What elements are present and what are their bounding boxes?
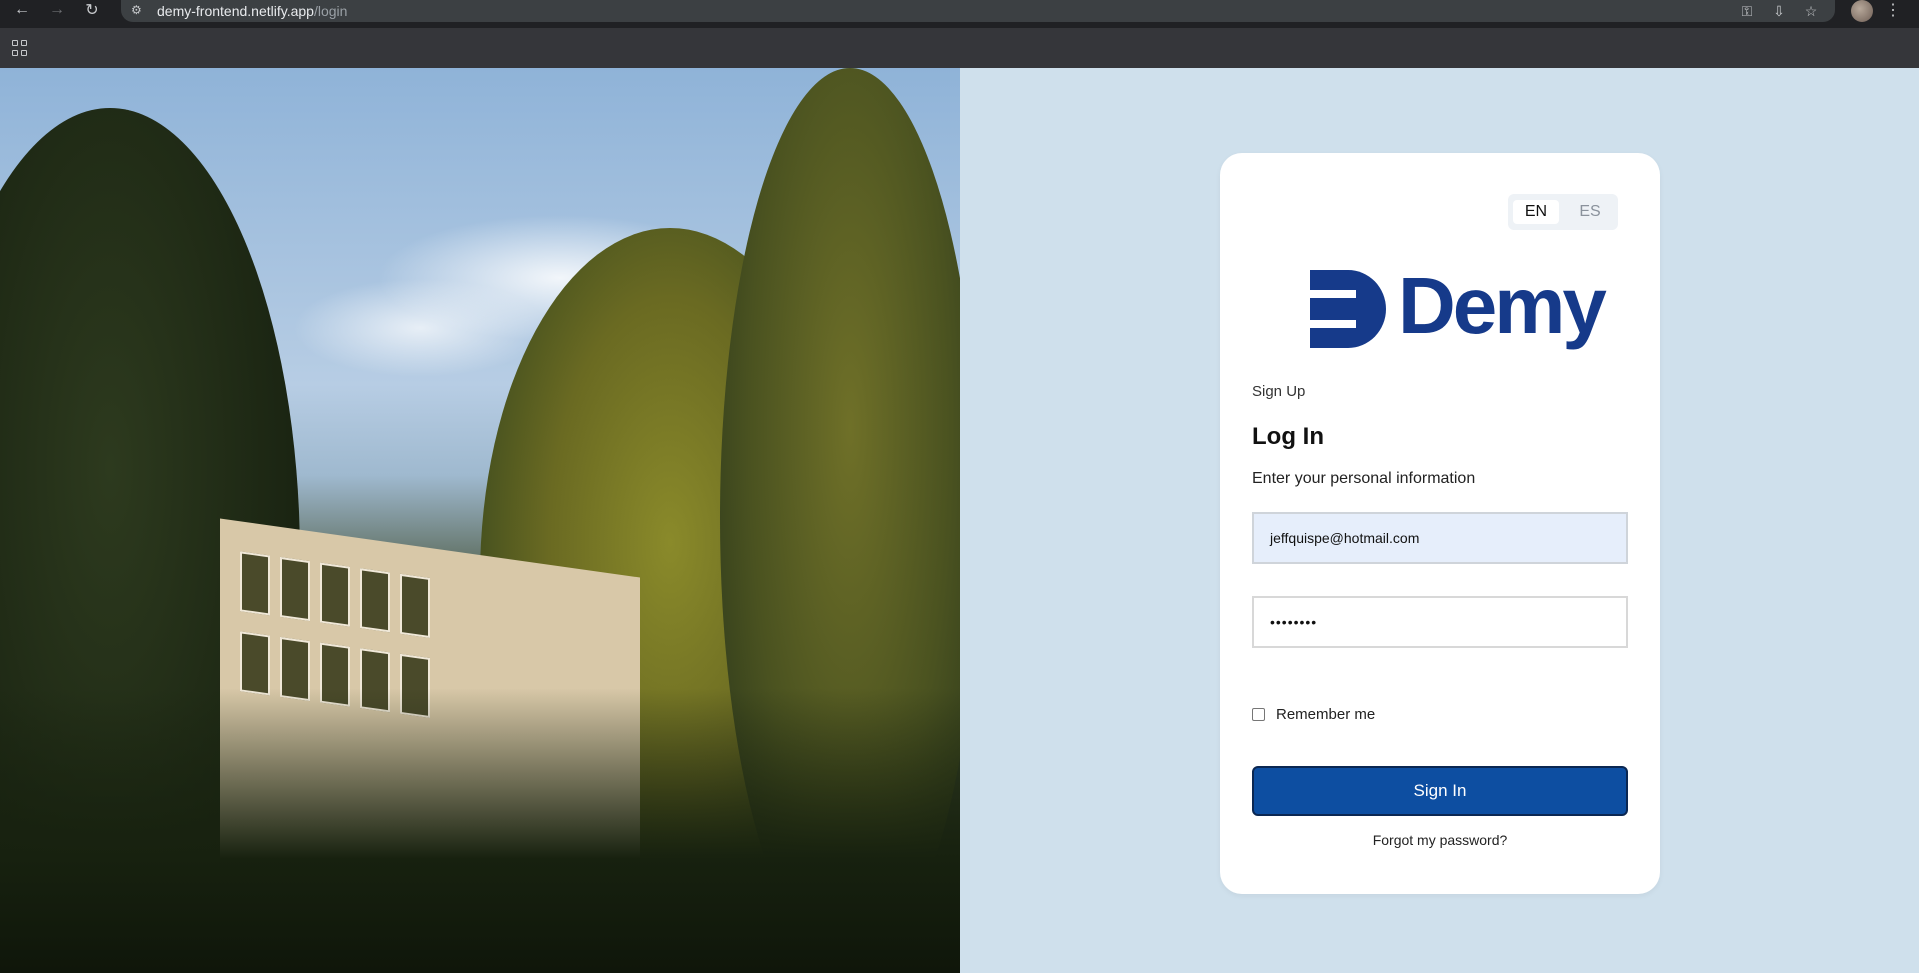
- language-option-en[interactable]: EN: [1513, 200, 1559, 224]
- site-settings-icon[interactable]: ⚙: [131, 3, 147, 19]
- login-card: EN ES Demy Sign Up Log In Enter your per…: [1220, 153, 1660, 894]
- url-text[interactable]: demy-frontend.netlify.app/login: [157, 3, 347, 19]
- remember-me-label[interactable]: Remember me: [1276, 706, 1375, 723]
- remember-me-checkbox[interactable]: [1252, 708, 1265, 721]
- more-menu-icon[interactable]: ⋮: [1883, 0, 1903, 20]
- forward-icon[interactable]: →: [43, 0, 71, 20]
- password-field[interactable]: ••••••••: [1252, 596, 1628, 648]
- key-icon[interactable]: ⚿: [1737, 1, 1757, 21]
- foliage-foreground: [0, 688, 960, 973]
- demy-logo-mark-icon: [1310, 270, 1386, 348]
- remember-me[interactable]: Remember me: [1252, 706, 1375, 723]
- page-subtitle: Enter your personal information: [1252, 470, 1476, 487]
- apps-grid-icon[interactable]: [12, 40, 28, 56]
- background-photo: [0, 68, 960, 973]
- bookmark-star-icon[interactable]: ☆: [1801, 1, 1821, 21]
- language-switcher: EN ES: [1508, 194, 1618, 230]
- signup-link[interactable]: Sign Up: [1252, 383, 1305, 400]
- demy-logo: Demy: [1310, 261, 1607, 350]
- back-icon[interactable]: ←: [8, 0, 36, 20]
- email-field[interactable]: jeffquispe@hotmail.com: [1252, 512, 1628, 564]
- page-title: Log In: [1252, 423, 1324, 450]
- browser-titlebar: ← → ↻ ⚙ demy-frontend.netlify.app/login …: [0, 0, 1919, 28]
- language-option-es[interactable]: ES: [1567, 200, 1613, 224]
- logo-wordmark: Demy: [1398, 261, 1607, 350]
- forgot-password-link[interactable]: Forgot my password?: [1252, 832, 1628, 848]
- reload-icon[interactable]: ↻: [78, 0, 106, 20]
- bookmarks-bar: [0, 28, 1919, 68]
- profile-avatar[interactable]: [1851, 0, 1873, 22]
- sign-in-button[interactable]: Sign In: [1252, 766, 1628, 816]
- install-icon[interactable]: ⇩: [1769, 1, 1789, 21]
- address-bar[interactable]: ⚙ demy-frontend.netlify.app/login ⚿ ⇩ ☆: [121, 0, 1835, 22]
